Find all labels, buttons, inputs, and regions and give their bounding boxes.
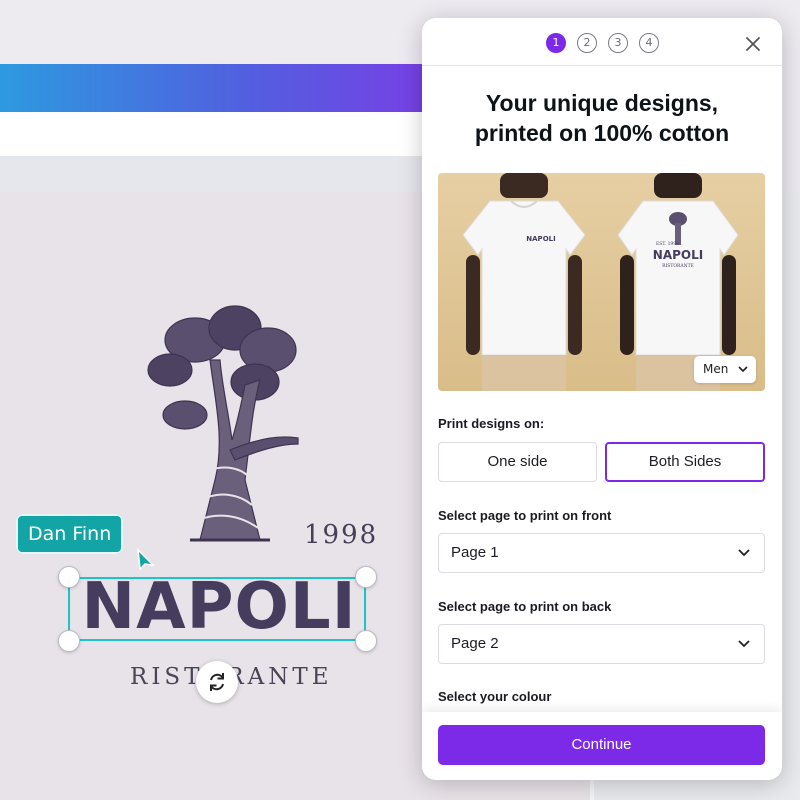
resize-handle-top-left[interactable] — [58, 566, 80, 588]
front-shirt-logo: NAPOLI — [526, 235, 555, 243]
step-2[interactable]: 2 — [577, 33, 597, 53]
step-4[interactable]: 4 — [639, 33, 659, 53]
modal-header: 1 2 3 4 — [422, 18, 782, 66]
chevron-down-icon — [738, 366, 748, 373]
colour-label: Select your colour — [438, 689, 552, 704]
step-indicator: 1 2 3 4 — [546, 33, 659, 53]
back-page-label: Select page to print on back — [438, 599, 612, 614]
resize-handle-top-right[interactable] — [355, 566, 377, 588]
editor-toolbar — [0, 112, 440, 156]
chevron-down-icon — [738, 640, 750, 648]
step-1[interactable]: 1 — [546, 33, 566, 53]
selection-box[interactable] — [68, 577, 366, 641]
gender-select-label: Men — [703, 362, 729, 376]
gender-select[interactable]: Men — [694, 356, 756, 383]
cursor-icon — [137, 548, 156, 570]
editor-header-bar — [0, 64, 440, 112]
collaborator-tag: Dan Finn — [16, 514, 124, 554]
front-page-select[interactable]: Page 1 — [438, 533, 765, 573]
tshirt-preview-image: NAPOLI EST. 1998 NAPOLI RISTORANTE Men — [438, 173, 765, 391]
back-shirt-year: EST. 1998 — [656, 241, 679, 247]
front-page-label: Select page to print on front — [438, 508, 612, 523]
print-designs-label: Print designs on: — [438, 416, 545, 431]
back-page-value: Page 2 — [451, 635, 499, 652]
back-shirt-subtitle: RISTORANTE — [662, 263, 694, 269]
modal-title-line-1: Your unique designs, — [485, 90, 719, 116]
back-page-select[interactable]: Page 2 — [438, 624, 765, 664]
one-side-option[interactable]: One side — [438, 442, 597, 482]
tree-illustration[interactable] — [140, 300, 310, 550]
resize-handle-bottom-right[interactable] — [355, 630, 377, 652]
modal-title-line-2: printed on 100% cotton — [474, 120, 730, 146]
modal-title: Your unique designs, printed on 100% cot… — [422, 88, 782, 148]
editor-subbar — [0, 156, 440, 192]
front-page-value: Page 1 — [451, 544, 499, 561]
front-model: NAPOLI — [462, 173, 586, 391]
back-shirt-logo: NAPOLI — [653, 248, 703, 262]
resize-handle-bottom-left[interactable] — [58, 630, 80, 652]
close-icon[interactable] — [742, 33, 764, 55]
rotate-button[interactable] — [196, 661, 238, 703]
chevron-down-icon — [738, 549, 750, 557]
print-tshirt-modal: 1 2 3 4 Your unique designs, printed on … — [422, 18, 782, 780]
continue-button[interactable]: Continue — [438, 725, 765, 765]
both-sides-option[interactable]: Both Sides — [605, 442, 765, 482]
rotate-icon — [210, 673, 224, 691]
step-3[interactable]: 3 — [608, 33, 628, 53]
design-year[interactable]: 1998 — [304, 520, 378, 550]
modal-footer: Continue — [422, 712, 782, 780]
